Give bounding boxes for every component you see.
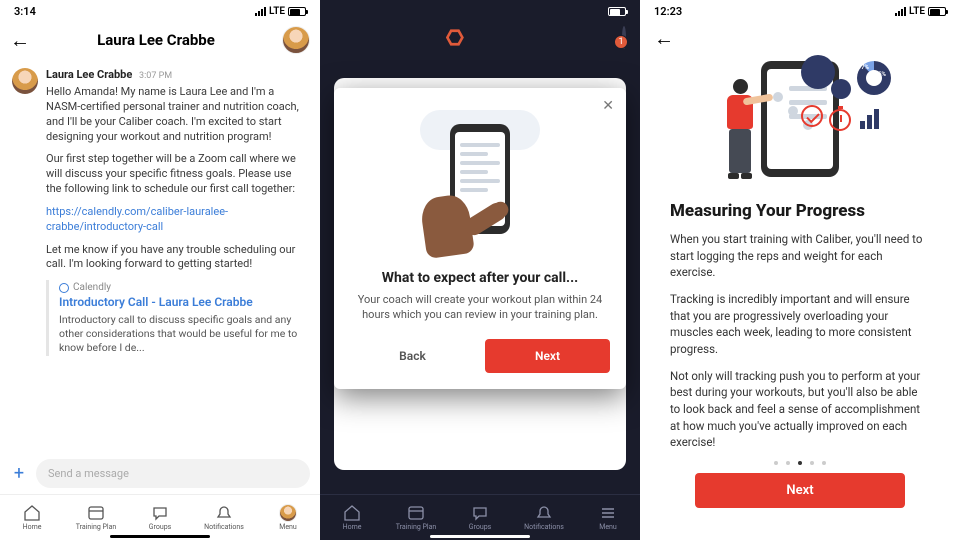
link-card-desc: Introductory call to discuss specific go… <box>59 313 308 354</box>
status-bar: 3:14 LTE <box>0 0 320 18</box>
home-icon <box>23 505 41 521</box>
battery-icon <box>288 7 306 16</box>
back-button[interactable]: ← <box>10 28 30 53</box>
message-paragraph: Hello Amanda! My name is Laura Lee and I… <box>46 85 308 144</box>
link-card-title: Introductory Call - Laura Lee Crabbe <box>59 295 308 310</box>
sender-avatar[interactable] <box>12 68 38 94</box>
tab-menu[interactable]: Menu <box>576 495 640 540</box>
home-indicator[interactable] <box>430 535 530 538</box>
notification-badge: 1 <box>614 35 628 49</box>
avatar[interactable] <box>282 26 310 54</box>
check-icon <box>801 105 823 127</box>
tab-menu[interactable]: Menu <box>256 495 320 540</box>
chat-icon <box>151 505 169 521</box>
calendar-icon <box>87 505 105 521</box>
screen-chat: 3:14 LTE ← Laura Lee Crabbe Laura Lee Cr… <box>0 0 320 540</box>
clock: 12:23 <box>654 5 682 18</box>
tab-training-plan[interactable]: Training Plan <box>384 495 448 540</box>
message-timestamp: 3:07 PM <box>139 71 172 81</box>
body-paragraph: Not only will tracking push you to perfo… <box>670 368 930 451</box>
status-right: LTE <box>255 6 306 17</box>
back-button[interactable]: ← <box>654 26 674 50</box>
bell-icon <box>535 505 553 521</box>
calendar-icon <box>407 505 425 521</box>
network-label: LTE <box>909 6 925 17</box>
tab-groups[interactable]: Groups <box>128 495 192 540</box>
bars-icon <box>860 109 879 129</box>
signal-icon <box>895 7 906 16</box>
next-button[interactable]: Next <box>695 473 905 508</box>
menu-icon <box>599 505 617 521</box>
body-paragraph: When you start training with Caliber, yo… <box>670 231 930 281</box>
gear-icon <box>831 79 851 99</box>
battery-icon <box>608 7 626 16</box>
message-paragraph: Our first step together will be a Zoom c… <box>46 152 308 197</box>
home-indicator[interactable] <box>110 535 210 538</box>
tab-notifications[interactable]: Notifications <box>512 495 576 540</box>
tab-notifications[interactable]: Notifications <box>192 495 256 540</box>
home-icon <box>343 505 361 521</box>
calendly-link[interactable]: https://calendly.com/caliber-lauralee-cr… <box>46 205 228 233</box>
tab-bar: Home Training Plan Groups Notifications … <box>0 494 320 540</box>
tab-home[interactable]: Home <box>0 495 64 540</box>
chat-body: Laura Lee Crabbe 3:07 PM Hello Amanda! M… <box>0 62 320 356</box>
signal-icon <box>255 7 266 16</box>
illustration-progress: 65% 97% <box>675 51 925 191</box>
clock: 3:14 <box>14 5 36 18</box>
chat-header: ← Laura Lee Crabbe <box>0 18 320 62</box>
onboarding-modal: ✕ What to expect after your call... Your… <box>334 88 626 389</box>
body-paragraph: Tracking is incredibly important and wil… <box>670 291 930 358</box>
modal-title: What to expect after your call... <box>350 270 610 286</box>
bell-icon <box>215 505 233 521</box>
stopwatch-icon <box>829 109 851 131</box>
close-button[interactable]: ✕ <box>602 98 614 114</box>
message-paragraph: Let me know if you have any trouble sche… <box>46 243 308 273</box>
tab-bar: Home Training Plan Groups Notifications … <box>320 494 640 540</box>
gear-icon <box>801 55 835 89</box>
attachment-button[interactable]: + <box>10 463 28 484</box>
screen-measuring-progress: 12:23 LTE ← 65% 97% Measuring Your Prog <box>640 0 960 540</box>
message-composer: + Send a message <box>0 453 320 494</box>
profile-button[interactable]: 1 <box>622 28 626 47</box>
avatar-icon <box>279 505 297 521</box>
tab-training-plan[interactable]: Training Plan <box>64 495 128 540</box>
modal-body: Your coach will create your workout plan… <box>350 292 610 323</box>
back-button[interactable]: Back <box>350 339 475 373</box>
donut-label: 65% <box>875 71 886 78</box>
tab-groups[interactable]: Groups <box>448 495 512 540</box>
chat-title: Laura Lee Crabbe <box>97 31 215 49</box>
status-bar: 12:23 LTE <box>640 0 960 18</box>
page-indicator <box>640 461 960 465</box>
link-preview-card[interactable]: Calendly Introductory Call - Laura Lee C… <box>46 280 308 356</box>
battery-icon <box>928 7 946 16</box>
sender-name: Laura Lee Crabbe <box>46 68 132 81</box>
link-source: Calendly <box>73 282 111 293</box>
message-input[interactable]: Send a message <box>36 459 310 488</box>
chat-icon <box>471 505 489 521</box>
illustration-phone-hand <box>415 106 545 256</box>
tab-home[interactable]: Home <box>320 495 384 540</box>
next-button[interactable]: Next <box>485 339 610 373</box>
network-label: LTE <box>269 6 285 17</box>
calendly-icon <box>59 283 69 293</box>
screen-onboarding-modal: 3:13 LTE CALIBER 1 ✕ What to expect afte… <box>320 0 640 540</box>
donut-label: 97% <box>858 64 869 71</box>
page-title: Measuring Your Progress <box>670 201 930 221</box>
status-right: LTE <box>895 6 946 17</box>
